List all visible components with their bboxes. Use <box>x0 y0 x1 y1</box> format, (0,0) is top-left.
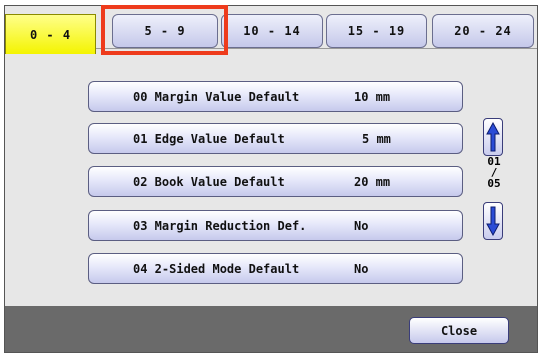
tab-5-9[interactable]: 5 - 9 <box>112 14 218 48</box>
scroll-up-button[interactable] <box>483 118 503 156</box>
setting-value: 5 mm <box>362 132 391 146</box>
tab-20-24[interactable]: 20 - 24 <box>432 14 534 48</box>
setting-label: 03 Margin Reduction Def. <box>133 219 307 233</box>
setting-value: 10 mm <box>354 90 391 104</box>
setting-label: 02 Book Value Default <box>133 175 285 189</box>
setting-row-04[interactable]: 04 2-Sided Mode Default No <box>88 253 463 284</box>
tab-label: 20 - 24 <box>454 24 512 38</box>
setting-label: 00 Margin Value Default <box>133 90 300 104</box>
setting-row-03[interactable]: 03 Margin Reduction Def. No <box>88 210 463 241</box>
setting-value: No <box>354 219 369 233</box>
arrow-down-icon <box>486 206 500 236</box>
tab-0-4[interactable]: 0 - 4 <box>5 14 96 54</box>
page-indicator: 01 / 05 <box>481 156 507 189</box>
setting-row-00[interactable]: 00 Margin Value Default 10 mm <box>88 81 463 112</box>
setting-label: 04 2-Sided Mode Default <box>133 262 300 276</box>
close-button[interactable]: Close <box>409 317 509 344</box>
scroll-down-button[interactable] <box>483 202 503 240</box>
setting-row-02[interactable]: 02 Book Value Default 20 mm <box>88 166 463 197</box>
tab-10-14[interactable]: 10 - 14 <box>221 14 323 48</box>
setting-value: No <box>354 262 369 276</box>
tab-label: 5 - 9 <box>144 24 186 38</box>
page-total: 05 <box>487 177 501 190</box>
tab-label: 15 - 19 <box>347 24 406 38</box>
tab-15-19[interactable]: 15 - 19 <box>326 14 427 48</box>
setting-row-01[interactable]: 01 Edge Value Default 5 mm <box>88 123 463 154</box>
tab-label: 10 - 14 <box>243 24 301 38</box>
arrow-up-icon <box>486 122 500 152</box>
tab-label: 0 - 4 <box>29 27 72 42</box>
setting-label: 01 Edge Value Default <box>133 132 285 146</box>
close-label: Close <box>440 323 478 338</box>
setting-value: 20 mm <box>354 175 391 189</box>
